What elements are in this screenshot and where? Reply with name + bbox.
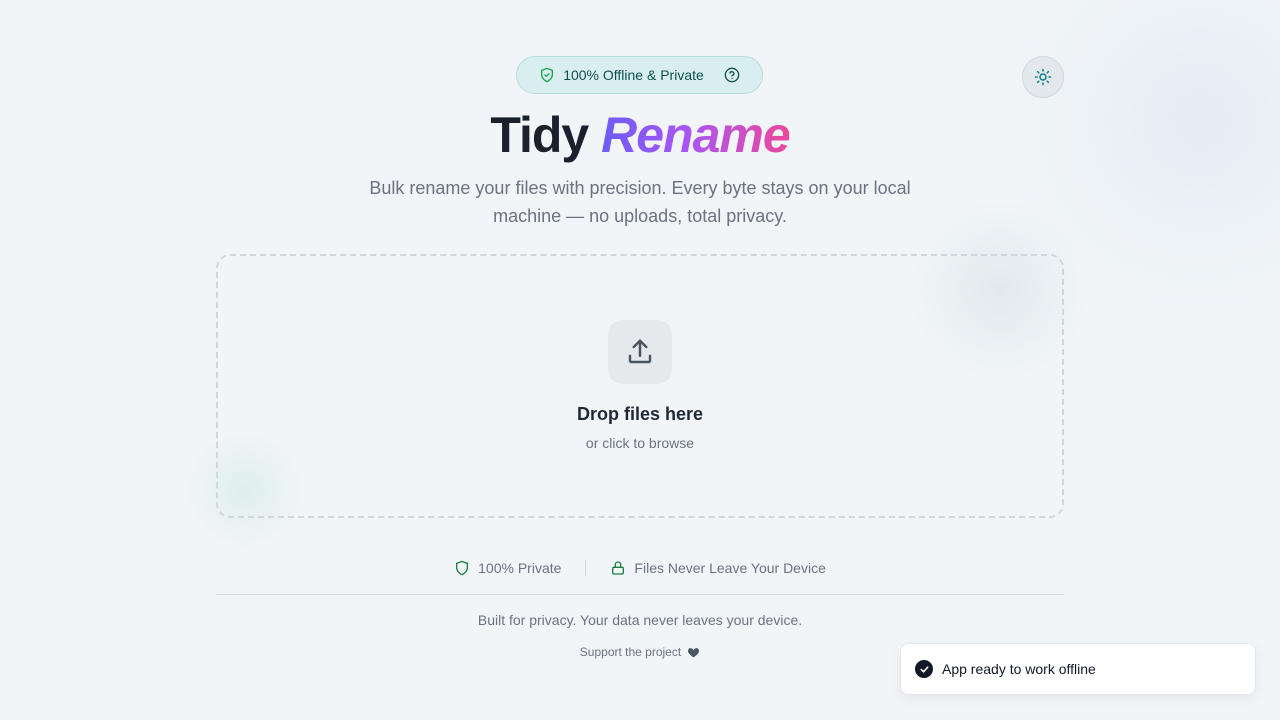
title-word-tidy: Tidy <box>490 107 589 163</box>
shield-check-icon <box>539 67 555 83</box>
heart-icon <box>687 646 700 659</box>
support-label: Support the project <box>579 645 682 659</box>
sun-icon <box>1034 68 1052 86</box>
feature-label: 100% Private <box>478 560 562 576</box>
page-title: Tidy Rename <box>0 104 1280 166</box>
feature-separator <box>585 560 587 576</box>
badge-label: 100% Offline & Private <box>563 67 704 83</box>
shield-icon <box>454 560 470 576</box>
dropzone-subtitle: or click to browse <box>585 435 695 451</box>
offline-ready-toast: App ready to work offline <box>900 643 1256 695</box>
theme-toggle-button[interactable] <box>1022 56 1064 98</box>
feature-private: 100% Private <box>454 560 561 576</box>
offline-private-badge: 100% Offline & Private <box>516 56 763 94</box>
feature-list: 100% Private Files Never Leave Your Devi… <box>0 558 1280 578</box>
footer-divider <box>216 594 1064 595</box>
toast-message: App ready to work offline <box>942 661 1096 677</box>
lock-icon <box>610 560 626 576</box>
dropzone-title: Drop files here <box>576 404 704 424</box>
feature-device: Files Never Leave Your Device <box>610 560 826 576</box>
page-subtitle: Bulk rename your files with precision. E… <box>369 178 911 226</box>
feature-label: Files Never Leave Your Device <box>634 560 826 576</box>
check-circle-icon <box>915 660 933 678</box>
help-circle-icon[interactable] <box>724 67 740 83</box>
file-dropzone[interactable]: Drop files here or click to browse <box>216 254 1064 518</box>
footer-text: Built for privacy. Your data never leave… <box>477 612 803 628</box>
title-word-rename: Rename <box>601 107 791 163</box>
upload-icon <box>608 320 672 384</box>
